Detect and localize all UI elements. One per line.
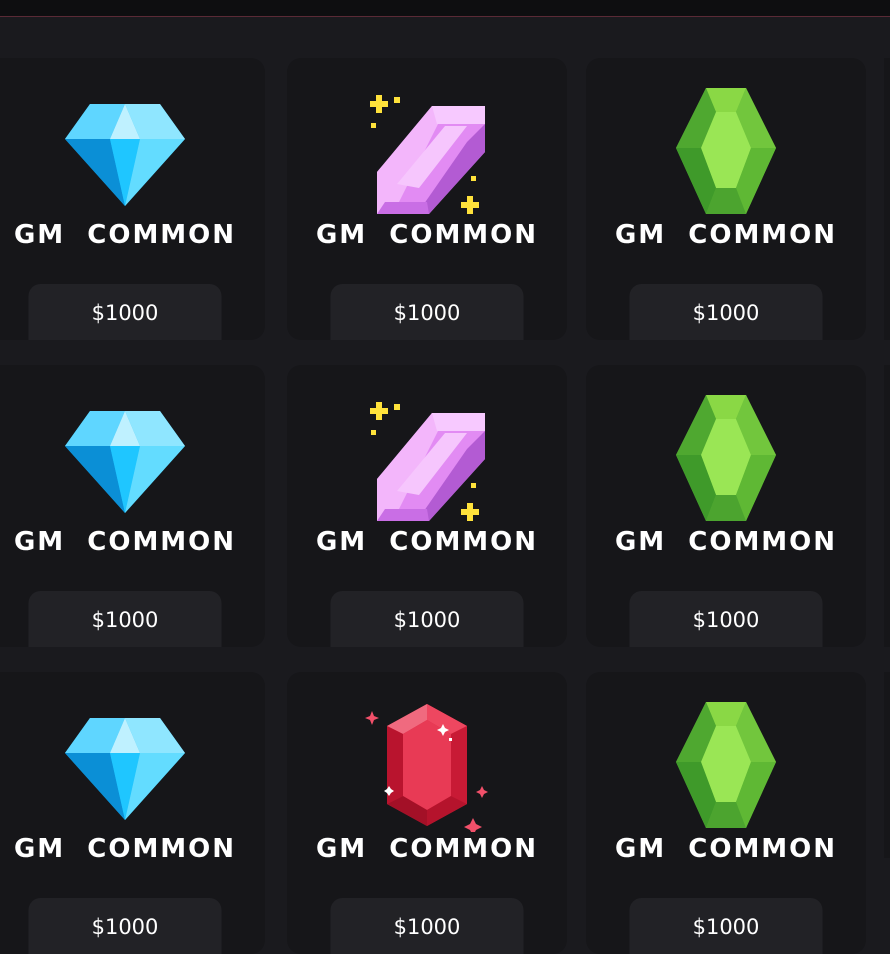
gem-card[interactable]: GM COMMON $1000 bbox=[0, 672, 265, 954]
card-title: GM COMMON bbox=[315, 527, 539, 557]
gem-card[interactable]: GM COMMON $1000 bbox=[0, 58, 265, 340]
card-title: GM COMMON bbox=[614, 220, 838, 250]
card-title: GM COMMON bbox=[13, 220, 237, 250]
partial-card bbox=[884, 365, 890, 647]
gem-card[interactable]: GM COMMON $1000 bbox=[287, 672, 567, 954]
green-emerald-icon bbox=[656, 84, 796, 218]
card-title: GM COMMON bbox=[614, 527, 838, 557]
red-ruby-icon bbox=[357, 698, 497, 832]
card-title: GM COMMON bbox=[315, 834, 539, 864]
gem-card[interactable]: GM COMMON $1000 bbox=[586, 365, 866, 647]
card-title: GM COMMON bbox=[614, 834, 838, 864]
card-title: GM COMMON bbox=[13, 834, 237, 864]
card-title: GM COMMON bbox=[315, 220, 539, 250]
purple-crystal-icon bbox=[357, 84, 497, 218]
price-button[interactable]: $1000 bbox=[330, 284, 524, 340]
price-button[interactable]: $1000 bbox=[330, 898, 524, 954]
price-button[interactable]: $1000 bbox=[28, 284, 222, 340]
green-emerald-icon bbox=[656, 391, 796, 525]
price-button[interactable]: $1000 bbox=[28, 898, 222, 954]
price-button[interactable]: $1000 bbox=[629, 284, 823, 340]
partial-card bbox=[884, 58, 890, 340]
gem-grid: GM COMMON $1000 GM COMMON $1000 GM COMMO… bbox=[0, 0, 890, 954]
price-button[interactable]: $1000 bbox=[330, 591, 524, 647]
gem-card[interactable]: GM COMMON $1000 bbox=[586, 672, 866, 954]
green-emerald-icon bbox=[656, 698, 796, 832]
gem-card[interactable]: GM COMMON $1000 bbox=[586, 58, 866, 340]
gem-card[interactable]: GM COMMON $1000 bbox=[287, 365, 567, 647]
price-button[interactable]: $1000 bbox=[28, 591, 222, 647]
partial-card bbox=[884, 672, 890, 858]
price-button[interactable]: $1000 bbox=[629, 591, 823, 647]
purple-crystal-icon bbox=[357, 391, 497, 525]
gem-card[interactable]: GM COMMON $1000 bbox=[287, 58, 567, 340]
blue-diamond-icon bbox=[55, 391, 195, 525]
blue-diamond-icon bbox=[55, 698, 195, 832]
price-button[interactable]: $1000 bbox=[629, 898, 823, 954]
gem-card[interactable]: GM COMMON $1000 bbox=[0, 365, 265, 647]
blue-diamond-icon bbox=[55, 84, 195, 218]
card-title: GM COMMON bbox=[13, 527, 237, 557]
